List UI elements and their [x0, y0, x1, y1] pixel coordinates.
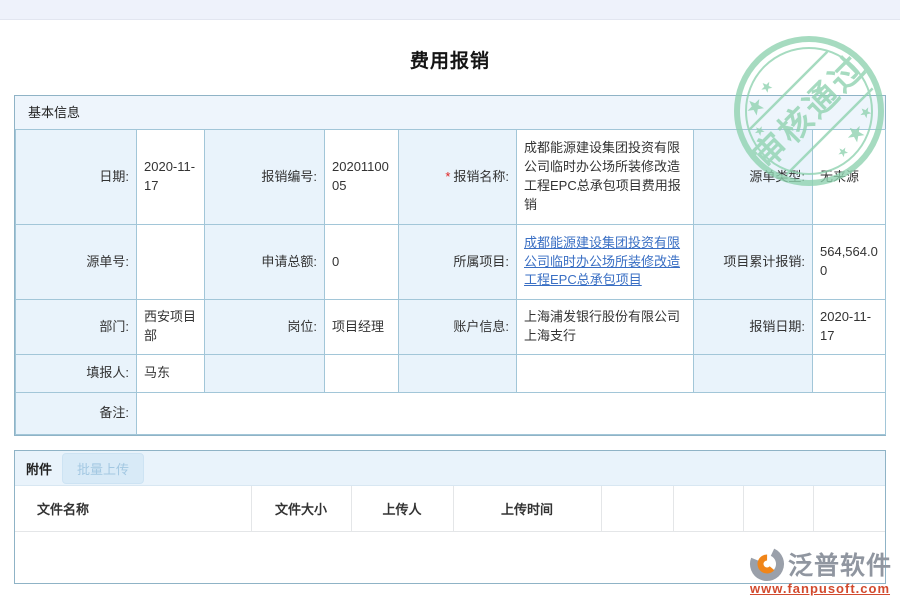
empty-value-cell: [325, 355, 399, 393]
table-row: 源单号: 申请总额: 0 所属项目: 成都能源建设集团投资有限公司临时办公场所装…: [16, 225, 886, 300]
attachments-table: 文件名称 文件大小 上传人 上传时间: [15, 486, 885, 532]
column-header-file-name: 文件名称: [15, 486, 251, 531]
field-label-project: 所属项目:: [399, 225, 517, 300]
field-value-account-info: 上海浦发银行股份有限公司上海支行: [517, 300, 694, 355]
field-label-position: 岗位:: [205, 300, 325, 355]
vendor-logo: 泛普软件 www.fanpusoft.com: [748, 545, 892, 596]
table-row: 日期: 2020-11-17 报销编号: 2020110005 *报销名称: 成…: [16, 130, 886, 225]
column-header-upload-time: 上传时间: [453, 486, 601, 531]
field-value-position: 项目经理: [325, 300, 399, 355]
empty-label-cell: [399, 355, 517, 393]
empty-label-cell: [205, 355, 325, 393]
column-header-empty: [813, 486, 885, 531]
field-label-expense-date: 报销日期:: [694, 300, 813, 355]
field-value-total-amount: 0: [325, 225, 399, 300]
field-value-project: 成都能源建设集团投资有限公司临时办公场所装修改造工程EPC总承包项目: [517, 225, 694, 300]
column-header-empty: [743, 486, 813, 531]
empty-label-cell: [694, 355, 813, 393]
table-row: 部门: 西安项目部 岗位: 项目经理 账户信息: 上海浦发银行股份有限公司上海支…: [16, 300, 886, 355]
field-value-date: 2020-11-17: [137, 130, 205, 225]
field-label-source-no: 源单号:: [16, 225, 137, 300]
attachments-header: 附件 批量上传: [15, 451, 885, 486]
field-value-source-type: 无来源: [813, 130, 886, 225]
page-title: 费用报销: [0, 46, 900, 73]
fanpu-logo-icon: [748, 545, 786, 583]
field-label-filler: 填报人:: [16, 355, 137, 393]
table-row: 填报人: 马东: [16, 355, 886, 393]
field-label-source-type: 源单类型:: [694, 130, 813, 225]
field-value-expense-no: 2020110005: [325, 130, 399, 225]
field-value-filler: 马东: [137, 355, 205, 393]
field-label-date: 日期:: [16, 130, 137, 225]
column-header-uploader: 上传人: [351, 486, 453, 531]
field-label-remark: 备注:: [16, 393, 137, 435]
attachments-header-row: 文件名称 文件大小 上传人 上传时间: [15, 486, 885, 531]
vendor-url-link[interactable]: www.fanpusoft.com: [750, 581, 890, 596]
field-value-expense-name: 成都能源建设集团投资有限公司临时办公场所装修改造工程EPC总承包项目费用报销: [517, 130, 694, 225]
table-row: 备注:: [16, 393, 886, 435]
basic-info-table: 日期: 2020-11-17 报销编号: 2020110005 *报销名称: 成…: [15, 129, 886, 435]
required-marker: *: [445, 169, 450, 184]
top-bar: [0, 0, 900, 20]
field-value-source-no: [137, 225, 205, 300]
attachments-section-title: 附件: [26, 459, 52, 478]
field-label-account-info: 账户信息:: [399, 300, 517, 355]
field-value-project-total: 564,564.00: [813, 225, 886, 300]
empty-value-cell: [813, 355, 886, 393]
field-label-project-total: 项目累计报销:: [694, 225, 813, 300]
column-header-file-size: 文件大小: [251, 486, 351, 531]
field-label-expense-no: 报销编号:: [205, 130, 325, 225]
field-label-total-amount: 申请总额:: [205, 225, 325, 300]
column-header-empty: [673, 486, 743, 531]
basic-info-section: 基本信息 日期: 2020-11-17 报销编号: 2020110005 *报销…: [14, 95, 886, 436]
empty-value-cell: [517, 355, 694, 393]
field-value-expense-date: 2020-11-17: [813, 300, 886, 355]
field-value-department: 西安项目部: [137, 300, 205, 355]
field-label-department: 部门:: [16, 300, 137, 355]
project-link[interactable]: 成都能源建设集团投资有限公司临时办公场所装修改造工程EPC总承包项目: [524, 235, 680, 288]
basic-info-section-title: 基本信息: [15, 96, 885, 129]
column-header-empty: [601, 486, 673, 531]
field-label-expense-name-text: 报销名称:: [453, 169, 509, 184]
vendor-brand-name: 泛普软件: [788, 546, 892, 582]
field-value-remark: [137, 393, 886, 435]
batch-upload-button[interactable]: 批量上传: [62, 453, 144, 484]
field-label-expense-name: *报销名称:: [399, 130, 517, 225]
